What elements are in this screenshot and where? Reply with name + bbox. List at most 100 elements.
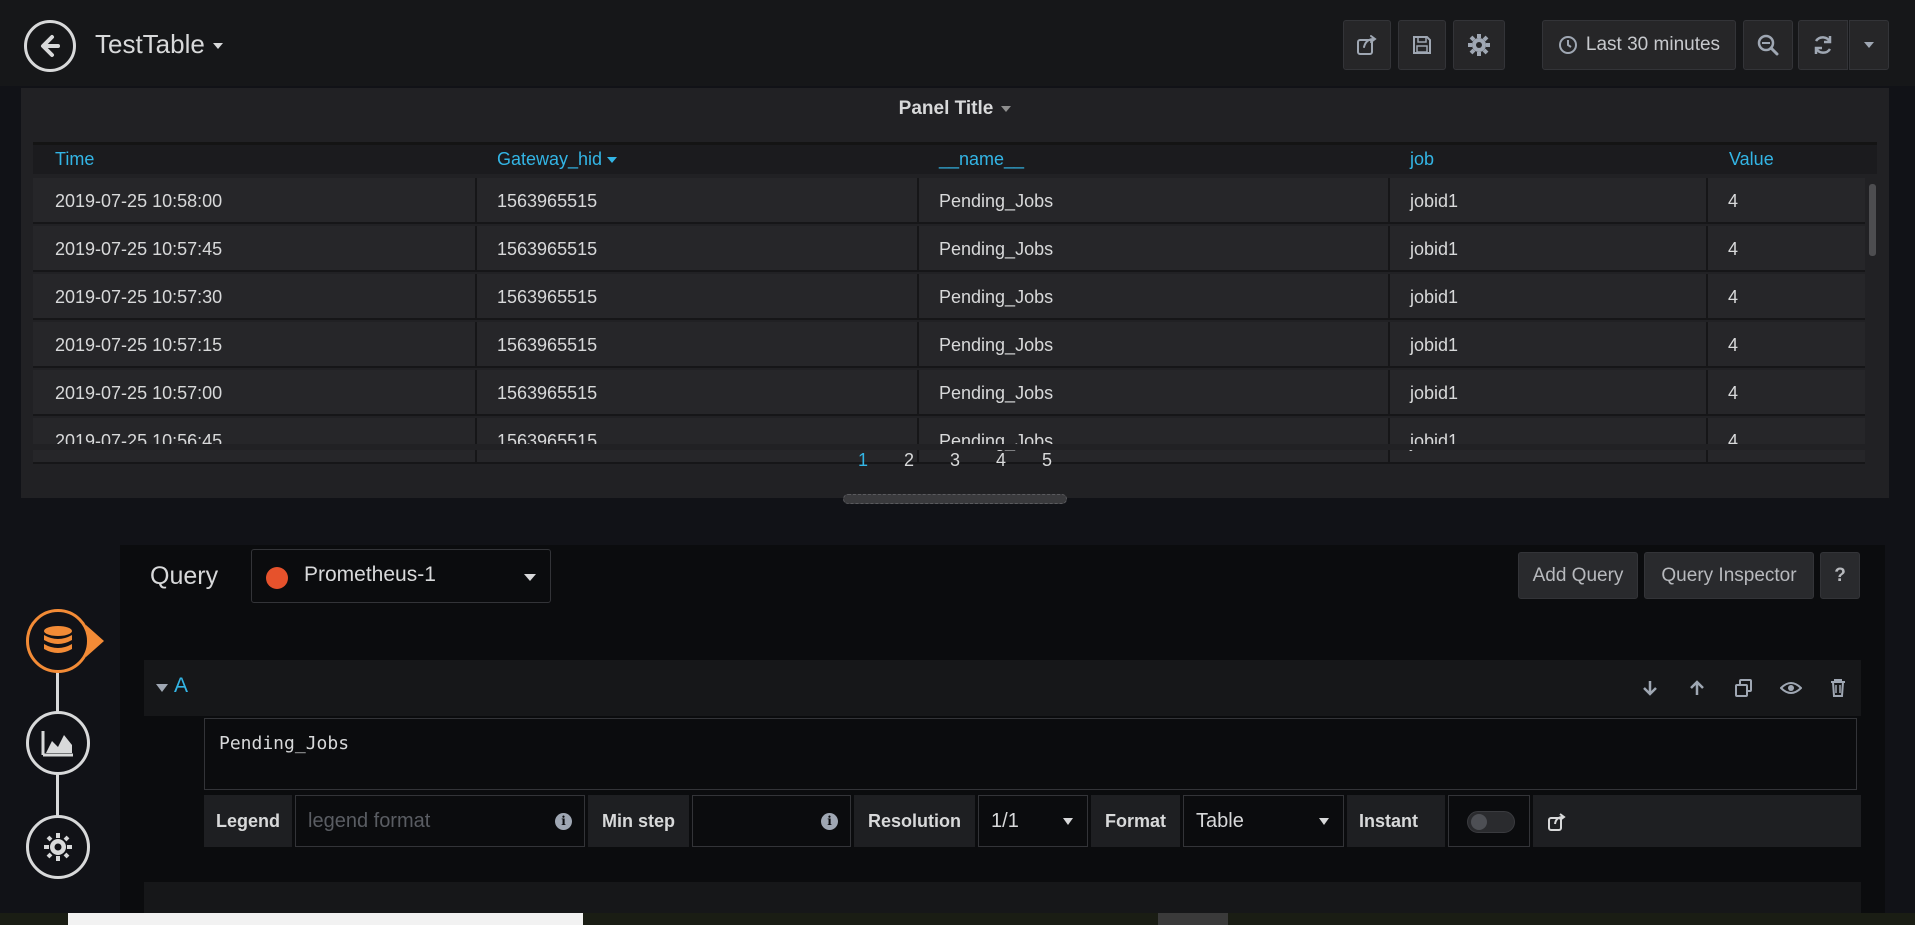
move-up-button[interactable] <box>1673 660 1720 716</box>
cell-time: 2019-07-25 10:57:45 <box>55 239 223 259</box>
taskbar-item[interactable] <box>1158 913 1228 925</box>
caret-down-icon <box>1001 106 1012 112</box>
page-link-1[interactable]: 1 <box>840 450 886 480</box>
panel-resize-handle[interactable] <box>843 494 1067 504</box>
cell-value: 4 <box>1706 178 1865 224</box>
datasource-name: Prometheus-1 <box>304 563 436 586</box>
cell-name: Pending_Jobs <box>917 370 1386 416</box>
page-link-3[interactable]: 3 <box>932 450 978 480</box>
external-link-icon[interactable] <box>1547 812 1567 832</box>
move-down-button[interactable] <box>1626 660 1673 716</box>
refresh-icon <box>1814 36 1832 54</box>
dashboard-title[interactable]: TestTable <box>95 29 223 60</box>
top-navbar: TestTable Last 30 minutes <box>0 0 1915 86</box>
instant-switch[interactable] <box>1467 811 1516 833</box>
grafana-panel-editor: TestTable Last 30 minutes Panel Title Ti… <box>0 0 1915 925</box>
remove-query-button[interactable] <box>1814 660 1861 716</box>
cell-time: 2019-07-25 10:57:15 <box>55 335 223 355</box>
cell-time: 2019-07-25 10:57:00 <box>55 383 223 403</box>
taskbar-item[interactable] <box>68 913 583 925</box>
caret-down-icon <box>524 574 536 581</box>
instant-toggle[interactable] <box>1448 795 1531 847</box>
settings-button[interactable] <box>1453 20 1505 70</box>
column-header-name[interactable]: __name__ <box>939 149 1024 170</box>
cell-job: jobid1 <box>1388 226 1706 272</box>
resolution-select[interactable]: 1/1 <box>978 795 1089 847</box>
cell-gateway-hid: 1563965515 <box>475 274 915 320</box>
table-row: 2019-07-25 10:57:30 1563965515 Pending_J… <box>33 274 1865 320</box>
time-picker-button[interactable]: Last 30 minutes <box>1542 20 1736 70</box>
query-row-header[interactable]: A <box>144 660 1861 716</box>
format-select[interactable]: Table <box>1183 795 1345 847</box>
min-step-label: Min step <box>588 795 690 847</box>
arrow-left-icon <box>41 35 60 57</box>
cell-gateway-hid: 1563965515 <box>475 370 915 416</box>
copy-icon <box>1734 679 1752 697</box>
caret-down-icon <box>212 43 223 50</box>
query-row-actions <box>1626 660 1861 716</box>
table-panel: Panel Title Time Gateway_hid __name__ jo… <box>21 88 1889 498</box>
save-icon <box>1413 36 1431 54</box>
cell-gateway-hid: 1563965515 <box>475 322 915 368</box>
save-button[interactable] <box>1398 20 1446 70</box>
toggle-query-visibility-button[interactable] <box>1767 660 1814 716</box>
cell-job: jobid1 <box>1388 370 1706 416</box>
cell-name: Pending_Jobs <box>917 274 1386 320</box>
clock-icon <box>1558 36 1577 54</box>
resolution-label: Resolution <box>854 795 976 847</box>
switch-knob <box>1471 814 1488 830</box>
zoom-out-icon <box>1757 34 1779 56</box>
duplicate-query-button[interactable] <box>1720 660 1767 716</box>
cell-value: 4 <box>1706 370 1865 416</box>
page-link-4[interactable]: 4 <box>978 450 1024 480</box>
collapse-caret-icon[interactable] <box>156 684 168 692</box>
column-header-job[interactable]: job <box>1410 149 1434 170</box>
os-taskbar <box>0 913 1915 925</box>
panel-title-text: Panel Title <box>898 98 994 119</box>
table-row: 2019-07-25 10:57:15 1563965515 Pending_J… <box>33 322 1865 368</box>
trash-icon <box>1830 679 1845 697</box>
panel-title[interactable]: Panel Title <box>21 88 1889 130</box>
min-step-input[interactable]: i <box>692 795 852 847</box>
back-button[interactable] <box>24 20 76 72</box>
legend-label: Legend <box>204 795 293 847</box>
area-chart-icon <box>41 731 73 757</box>
page-link-2[interactable]: 2 <box>886 450 932 480</box>
tab-general-settings[interactable] <box>26 815 90 879</box>
info-icon[interactable]: i <box>555 813 573 830</box>
cog-wrench-icon <box>44 833 72 861</box>
query-inspector-button[interactable]: Query Inspector <box>1644 552 1814 599</box>
refresh-interval-dropdown[interactable] <box>1849 20 1889 70</box>
datasource-select[interactable]: Prometheus-1 <box>251 549 551 603</box>
share-button[interactable] <box>1343 20 1391 70</box>
table-row: 2019-07-25 10:57:00 1563965515 Pending_J… <box>33 370 1865 416</box>
query-label: Query <box>150 562 219 590</box>
column-header-gateway-hid[interactable]: Gateway_hid <box>497 149 618 170</box>
eye-icon <box>1779 682 1802 694</box>
cell-gateway-hid: 1563965515 <box>475 226 915 272</box>
column-header-value[interactable]: Value <box>1729 149 1774 170</box>
legend-format-placeholder: legend format <box>308 810 431 832</box>
query-ref-id: A <box>174 674 189 697</box>
share-icon <box>1357 35 1377 55</box>
sort-desc-icon <box>607 157 618 164</box>
table-row: 2019-07-25 10:57:45 1563965515 Pending_J… <box>33 226 1865 272</box>
column-header-time[interactable]: Time <box>55 149 94 170</box>
add-query-button[interactable]: Add Query <box>1518 552 1638 599</box>
cell-name: Pending_Jobs <box>917 226 1386 272</box>
refresh-button[interactable] <box>1798 20 1848 70</box>
tab-visualization[interactable] <box>26 711 90 775</box>
info-icon[interactable]: i <box>821 813 839 830</box>
page-link-5[interactable]: 5 <box>1024 450 1070 480</box>
query-expression-input[interactable]: Pending_Jobs <box>204 718 1857 790</box>
instant-label: Instant <box>1347 795 1446 847</box>
query-editor: Query Prometheus-1 Add Query Query Inspe… <box>120 545 1885 925</box>
cell-time: 2019-07-25 10:57:30 <box>55 287 223 307</box>
table-scrollbar-thumb[interactable] <box>1869 184 1876 256</box>
cell-gateway-hid: 1563965515 <box>475 178 915 224</box>
tab-queries[interactable] <box>26 609 90 673</box>
dashboard-title-text: TestTable <box>95 29 205 59</box>
legend-format-input[interactable]: legend format i <box>295 795 586 847</box>
help-button[interactable]: ? <box>1820 552 1860 599</box>
zoom-out-button[interactable] <box>1743 20 1793 70</box>
